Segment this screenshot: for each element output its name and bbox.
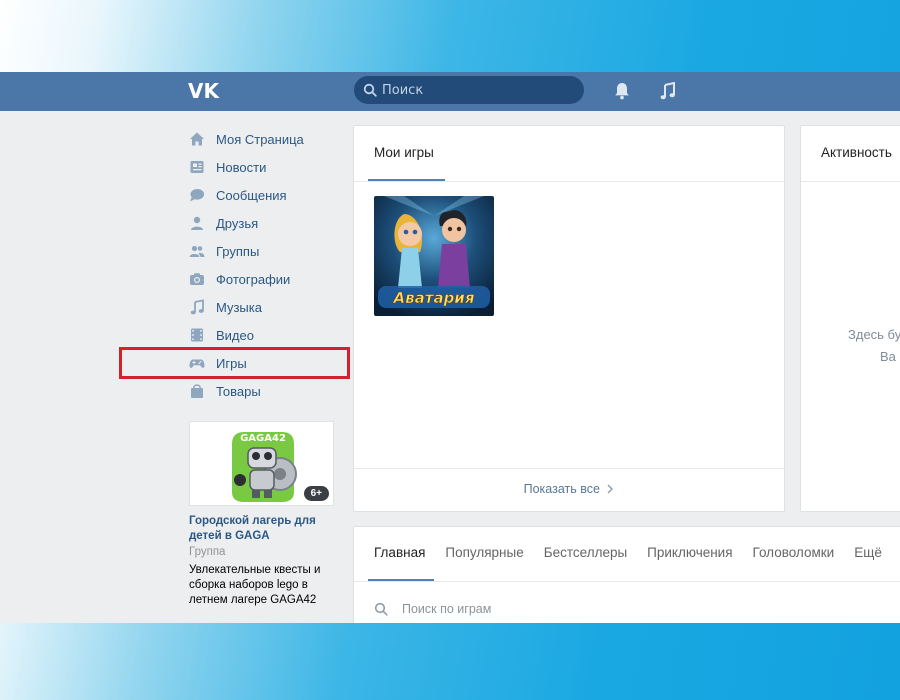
tab-main[interactable]: Главная [374,545,425,560]
games-catalog-panel: Главная Популярные Бестселлеры Приключен… [353,526,900,623]
tab-puzzles[interactable]: Головоломки [753,545,835,560]
people-icon [189,245,205,257]
sidebar-item-video[interactable]: Видео [188,321,353,349]
sidebar-item-label: Друзья [216,215,259,231]
sidebar-item-label: Моя Страница [216,131,304,147]
sidebar-item-label: Видео [216,327,254,343]
svg-text:VK: VK [188,79,220,103]
ad-image[interactable]: GAGA42 6+ [189,421,334,506]
svg-text:GAGA42: GAGA42 [240,433,286,444]
person-icon [191,216,203,230]
ad-type: Группа [189,546,226,558]
sidebar-item-photos[interactable]: Фотографии [188,265,353,293]
header-search[interactable] [354,76,584,104]
sidebar-ad[interactable]: GAGA42 6+ Городской лагерь для детей в G… [189,421,334,608]
camera-icon [190,273,204,285]
sidebar-item-groups[interactable]: Группы [188,237,353,265]
search-icon [374,602,388,616]
sidebar-item-news[interactable]: Новости [188,153,353,181]
tab-bestsellers[interactable]: Бестселлеры [544,545,627,560]
tab-adventures[interactable]: Приключения [647,545,732,560]
chevron-right-icon [607,484,614,494]
games-search-input[interactable] [402,597,882,621]
top-header: VK [0,72,900,111]
activity-empty-text-line2: Ва [880,349,896,364]
sidebar-item-label: Музыка [216,299,262,315]
activity-empty-text-line1: Здесь бу [848,327,900,342]
games-search[interactable] [374,597,900,621]
catalog-tabs: Главная Популярные Бестселлеры Приключен… [374,545,900,560]
header-search-input[interactable] [382,79,572,101]
music-player-button[interactable] [656,79,680,103]
vk-logo[interactable]: VK [188,79,224,103]
notifications-button[interactable] [610,79,634,103]
vk-app-window: VK Моя Страница [0,72,900,623]
my-games-title[interactable]: Мои игры [374,145,434,160]
activity-panel: Активность Здесь бу Ва [800,125,900,512]
show-all-link[interactable]: Показать все [354,482,784,496]
ad-title[interactable]: Городской лагерь для детей в GAGA [189,514,334,544]
avataria-game-cover: Аватария [374,196,494,316]
newspaper-icon [190,161,204,173]
music-note-icon [190,299,204,315]
tab-more[interactable]: Ещё [854,545,882,560]
sidebar-item-label: Фотографии [216,271,291,287]
chat-bubble-icon [190,189,205,202]
sidebar-item-music[interactable]: Музыка [188,293,353,321]
search-icon [363,83,377,97]
music-note-icon [660,82,675,100]
sidebar-item-label: Товары [216,383,261,399]
shopping-bag-icon [191,384,203,398]
sidebar-item-messages[interactable]: Сообщения [188,181,353,209]
svg-text:Аватария: Аватария [393,289,475,307]
activity-title: Активность [821,145,892,160]
film-icon [191,328,203,342]
sidebar-item-label: Новости [216,159,267,175]
highlight-box-games [119,347,350,379]
my-games-panel: Мои игры Аватария Показать все [353,125,785,512]
sidebar-item-friends[interactable]: Друзья [188,209,353,237]
age-rating-badge: 6+ [303,486,329,501]
sidebar-item-goods[interactable]: Товары [188,377,353,405]
sidebar-item-label: Сообщения [216,187,287,203]
bell-icon [615,83,629,100]
ad-description: Увлекательные квесты и сборка наборов le… [189,564,321,606]
sidebar-item-my-page[interactable]: Моя Страница [188,125,353,153]
sidebar-item-label: Группы [216,243,260,259]
tab-popular[interactable]: Популярные [445,545,523,560]
game-tile-avataria[interactable]: Аватария [374,196,494,316]
home-icon [190,132,204,146]
